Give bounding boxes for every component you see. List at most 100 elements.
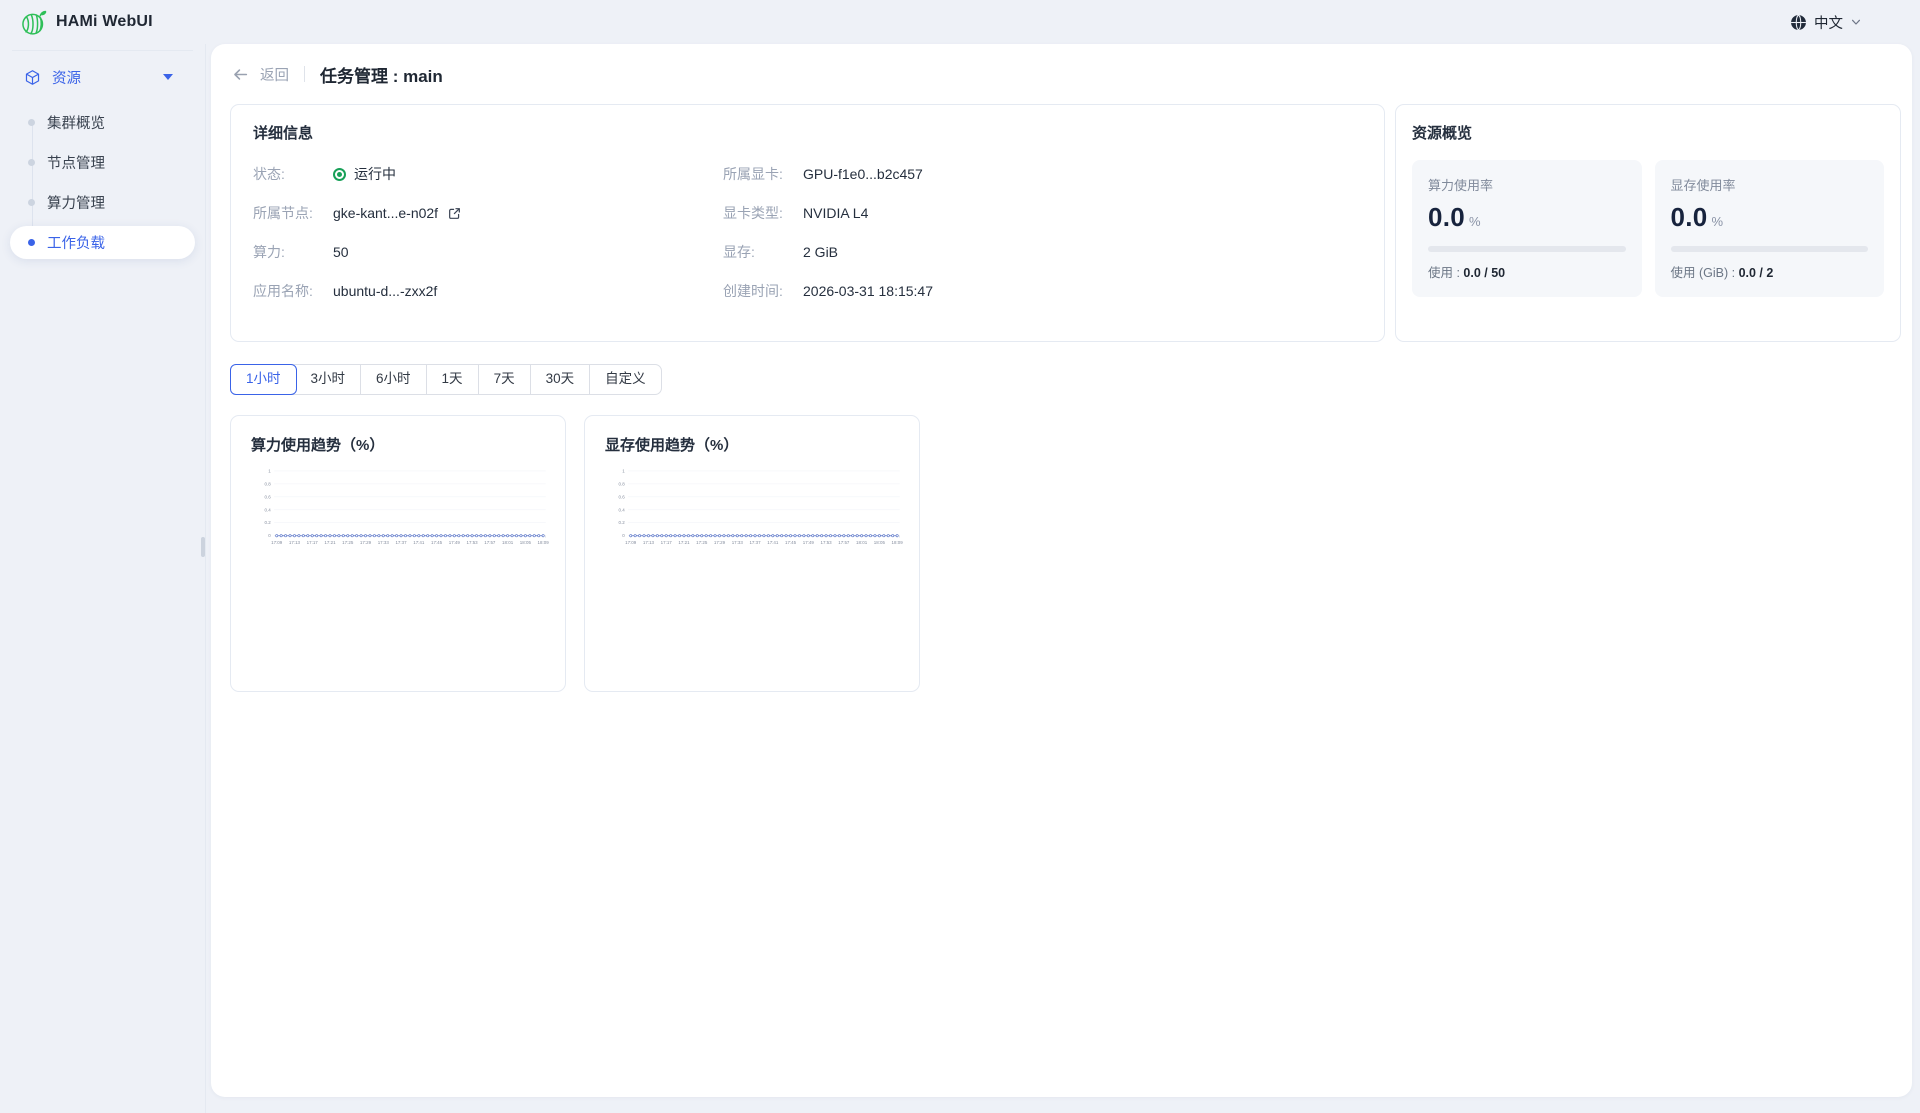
field-label: 算力: (253, 242, 333, 262)
svg-text:0.8: 0.8 (265, 481, 272, 486)
chart-title: 算力使用趋势（%） (251, 434, 551, 455)
field-value: 2 GiB (803, 244, 838, 260)
app-title: HAMi WebUI (56, 13, 153, 31)
sidebar-item-0[interactable]: 集群概览 (10, 106, 195, 139)
page-title: 任务管理 : main (320, 62, 443, 87)
sidebar-item-dot (28, 119, 35, 126)
field-label: 应用名称: (253, 281, 333, 301)
stat-usage: 使用 : 0.0 / 50 (1428, 262, 1626, 281)
svg-text:17:45: 17:45 (431, 540, 443, 545)
status-running-icon (333, 168, 346, 181)
svg-text:17:09: 17:09 (625, 540, 637, 545)
time-tab-4[interactable]: 7天 (479, 365, 531, 394)
sidebar-item-label: 集群概览 (47, 112, 105, 133)
sidebar-item-3[interactable]: 工作负载 (10, 226, 195, 259)
field-label: 显卡类型: (723, 203, 803, 223)
time-tab-1[interactable]: 3小时 (296, 365, 362, 394)
detail-card: 详细信息 状态:运行中所属节点:gke-kant...e-n02f算力:50应用… (230, 104, 1385, 342)
svg-text:0.4: 0.4 (265, 507, 272, 512)
detail-field-row: 创建时间:2026-03-31 18:15:47 (723, 281, 1362, 301)
stat-usage: 使用 (GiB) : 0.0 / 2 (1671, 262, 1869, 281)
field-value-text: 50 (333, 244, 349, 260)
sidebar-item-dot (28, 239, 35, 246)
time-tab-3[interactable]: 1天 (427, 365, 479, 394)
svg-text:18:01: 18:01 (502, 540, 514, 545)
svg-text:0.2: 0.2 (619, 520, 626, 525)
time-tab-2[interactable]: 6小时 (361, 365, 427, 394)
detail-card-title: 详细信息 (253, 122, 1362, 143)
svg-text:0.6: 0.6 (619, 494, 626, 499)
time-tab-5[interactable]: 30天 (531, 365, 591, 394)
sidebar-item-dot (28, 159, 35, 166)
detail-field-row: 应用名称:ubuntu-d...-zxx2f (253, 281, 723, 301)
svg-text:17:21: 17:21 (678, 540, 690, 545)
sidebar-group-resources[interactable]: 资源 (0, 55, 205, 99)
back-button[interactable]: 返回 (260, 64, 289, 85)
stat-value: 0.0 (1671, 202, 1708, 233)
sidebar-item-label: 工作负载 (47, 232, 105, 253)
back-arrow-icon[interactable] (232, 66, 249, 83)
field-value-text: NVIDIA L4 (803, 205, 868, 221)
svg-text:1: 1 (268, 468, 271, 473)
svg-text:17:33: 17:33 (732, 540, 744, 545)
svg-text:17:33: 17:33 (378, 540, 390, 545)
detail-column-0: 状态:运行中所属节点:gke-kant...e-n02f算力:50应用名称:ub… (253, 164, 723, 301)
chevron-down-icon (1850, 16, 1862, 28)
sidebar-resize-handle[interactable] (201, 537, 205, 557)
svg-text:0.2: 0.2 (265, 520, 272, 525)
charts-row: 算力使用趋势（%） 0 0.2 0.4 0.6 0.8 1 17:09 17:13 17:17 17… (230, 415, 1901, 692)
svg-text:17:13: 17:13 (289, 540, 301, 545)
resource-card-title: 资源概览 (1412, 122, 1884, 143)
field-label: 状态: (253, 164, 333, 184)
svg-text:17:37: 17:37 (749, 540, 761, 545)
svg-text:17:13: 17:13 (643, 540, 655, 545)
head-divider (304, 66, 305, 82)
sidebar: 资源 集群概览节点管理算力管理工作负载 (0, 44, 206, 1113)
stat-label: 显存使用率 (1671, 175, 1869, 194)
brand: HAMi WebUI (20, 9, 153, 36)
chart-card-1: 显存使用趋势（%）00.20.40.60.8117:0917:1317:1717… (584, 415, 920, 692)
field-value: 50 (333, 244, 349, 260)
svg-text:18:05: 18:05 (520, 540, 532, 545)
field-value-text: GPU-f1e0...b2c457 (803, 166, 923, 182)
svg-text:17:57: 17:57 (838, 540, 850, 545)
svg-text:18:09: 18:09 (892, 540, 904, 545)
external-link-icon[interactable] (448, 207, 461, 220)
field-value: NVIDIA L4 (803, 205, 868, 221)
stat-unit: % (1712, 214, 1724, 229)
svg-text:17:57: 17:57 (484, 540, 496, 545)
svg-text:17:17: 17:17 (661, 540, 673, 545)
sidebar-item-1[interactable]: 节点管理 (10, 146, 195, 179)
stat-unit: % (1469, 214, 1481, 229)
svg-text:0.6: 0.6 (265, 494, 272, 499)
svg-text:17:53: 17:53 (820, 540, 832, 545)
cube-icon (24, 69, 41, 86)
svg-text:17:25: 17:25 (342, 540, 354, 545)
svg-text:0: 0 (622, 533, 625, 538)
progress-bar (1671, 246, 1869, 252)
language-label: 中文 (1814, 12, 1843, 33)
chart-card-0: 算力使用趋势（%）00.20.40.60.8117:0917:1317:1717… (230, 415, 566, 692)
sidebar-divider (12, 50, 193, 51)
field-value[interactable]: gke-kant...e-n02f (333, 205, 461, 221)
detail-field-row: 所属显卡:GPU-f1e0...b2c457 (723, 164, 1362, 184)
svg-text:17:49: 17:49 (449, 540, 461, 545)
chart-title: 显存使用趋势（%） (605, 434, 905, 455)
time-tab-0[interactable]: 1小时 (230, 364, 297, 395)
svg-text:17:49: 17:49 (803, 540, 815, 545)
time-tab-6[interactable]: 自定义 (590, 365, 661, 394)
language-selector[interactable]: 中文 (1790, 12, 1862, 33)
field-value-text: 2026-03-31 18:15:47 (803, 283, 933, 299)
line-chart-svg: 00.20.40.60.8117:0917:1317:1717:2117:251… (251, 465, 551, 550)
page-head: 返回 任务管理 : main (230, 58, 1901, 90)
field-value-text: 2 GiB (803, 244, 838, 260)
svg-text:18:05: 18:05 (874, 540, 886, 545)
svg-text:18:09: 18:09 (538, 540, 550, 545)
sidebar-menu: 集群概览节点管理算力管理工作负载 (0, 106, 205, 259)
detail-column-1: 所属显卡:GPU-f1e0...b2c457显卡类型:NVIDIA L4显存:2… (723, 164, 1362, 301)
svg-text:17:29: 17:29 (360, 540, 372, 545)
detail-field-row: 算力:50 (253, 242, 723, 262)
sidebar-item-2[interactable]: 算力管理 (10, 186, 195, 219)
detail-field-row: 所属节点:gke-kant...e-n02f (253, 203, 723, 223)
hami-logo-icon (20, 9, 47, 36)
